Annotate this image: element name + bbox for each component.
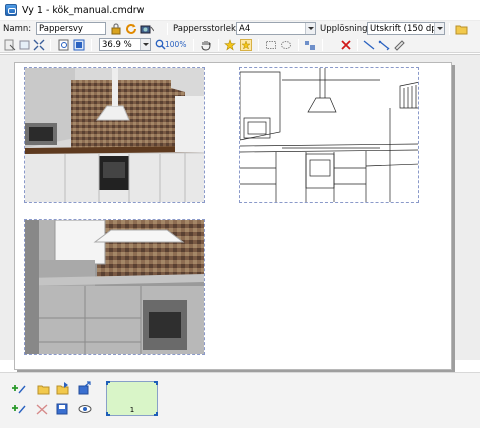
zoom-fit-icon[interactable]	[73, 39, 85, 51]
lock-icon[interactable]	[110, 23, 122, 35]
hand-pan-icon[interactable]	[200, 39, 212, 51]
app-icon	[5, 4, 17, 16]
zoom-select[interactable]: 36.9 %	[99, 38, 151, 51]
paper-page[interactable]	[14, 62, 452, 370]
selection-corner	[106, 381, 110, 385]
open-folder-arrow-icon[interactable]	[56, 381, 69, 395]
lasso-icon[interactable]	[265, 39, 277, 51]
kitchen-closeup-image	[25, 220, 204, 354]
camera-icon[interactable]	[140, 23, 155, 35]
paper-size-select[interactable]: A4	[236, 22, 316, 35]
kitchen-render-image	[25, 68, 204, 202]
resolution-label: Upplösning:	[320, 24, 371, 34]
refresh-icon[interactable]	[125, 23, 137, 35]
resolution-value: Utskrift (150 dpi	[370, 24, 440, 34]
kitchen-line-drawing	[240, 68, 418, 202]
page-thumbnail[interactable]: 1	[106, 381, 158, 416]
name-label: Namn:	[3, 24, 32, 34]
select-view-icon[interactable]	[19, 39, 31, 51]
preview-icon[interactable]	[78, 403, 92, 415]
chevron-down-icon[interactable]	[305, 23, 315, 34]
add-view-icon[interactable]	[12, 383, 26, 395]
add-page-icon[interactable]	[12, 403, 26, 415]
page-number: 1	[129, 406, 135, 414]
paper-size-label: Pappersstorlek:	[173, 24, 239, 34]
view-toolbar: 36.9 % 100%	[0, 37, 480, 53]
ruler-icon[interactable]	[393, 39, 405, 51]
star-select-icon[interactable]	[240, 39, 252, 51]
view-kitchen-linedrawing[interactable]	[239, 67, 419, 203]
line-tool-icon[interactable]	[363, 39, 375, 51]
lasso-subtract-icon[interactable]	[280, 39, 292, 51]
title-bar: Vy 1 - kök_manual.cmdrw	[0, 0, 480, 21]
dimension-tool-icon[interactable]	[378, 39, 390, 51]
select-page-icon[interactable]	[4, 39, 16, 51]
paper-size-value: A4	[239, 24, 251, 34]
name-input[interactable]: Pappersvy	[36, 22, 106, 35]
properties-toolbar: Namn: Pappersvy Pappersstorlek: A4 Upplö…	[0, 21, 480, 37]
view-kitchen-render[interactable]	[24, 67, 205, 203]
window-title: Vy 1 - kök_manual.cmdrw	[22, 5, 145, 16]
star-add-icon[interactable]	[224, 39, 236, 51]
save-icon[interactable]	[56, 403, 68, 415]
chevron-down-icon[interactable]	[140, 39, 150, 50]
export-icon[interactable]	[78, 381, 91, 395]
zoom-100-button[interactable]: 100%	[155, 39, 188, 51]
delete-icon[interactable]	[340, 39, 352, 51]
delete-page-icon[interactable]	[35, 403, 48, 415]
fit-icon[interactable]	[33, 39, 45, 51]
zoom-value: 36.9 %	[102, 40, 132, 50]
align-icon[interactable]	[304, 39, 316, 51]
view-kitchen-closeup[interactable]	[24, 219, 205, 355]
folder-icon[interactable]	[455, 23, 468, 35]
zoom-100-label: 100%	[165, 40, 187, 49]
selection-corner	[154, 381, 158, 385]
chevron-down-icon[interactable]	[434, 23, 444, 34]
open-folder-icon[interactable]	[37, 383, 50, 395]
resolution-select[interactable]: Utskrift (150 dpi	[367, 22, 445, 35]
page-panel	[0, 372, 480, 428]
zoom-page-icon[interactable]	[58, 39, 70, 51]
